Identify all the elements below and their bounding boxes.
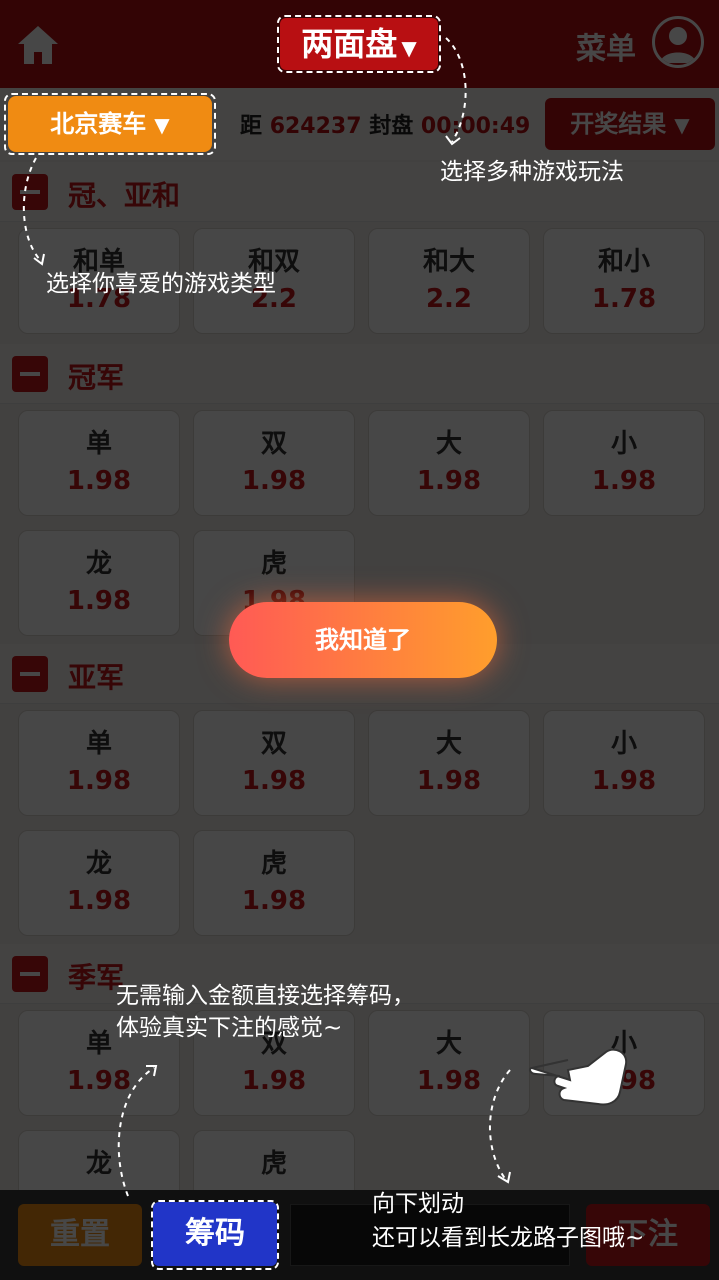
hint-scroll-line2: 还可以看到长龙路子图哦~ xyxy=(372,1225,645,1251)
caret-down-icon: ▼ xyxy=(401,36,417,60)
playtype-label: 两面盘 xyxy=(301,25,398,63)
caret-down-icon: ▼ xyxy=(154,113,170,137)
hint-chip-line2: 体验真实下注的感觉~ xyxy=(116,1015,343,1041)
hint-playtype: 选择多种游戏玩法 xyxy=(440,159,624,185)
got-it-button[interactable]: 我知道了 xyxy=(229,602,497,678)
game-type-label: 北京赛车 xyxy=(50,110,147,138)
game-type-dropdown-highlight[interactable]: 北京赛车 ▼ xyxy=(8,96,212,152)
hand-swipe-icon xyxy=(528,1048,628,1106)
app-root: 两面盘▼ 菜单 北京赛车▼ 距 624237 封盘 00:00:49 开奖结果▼… xyxy=(0,0,719,1280)
hint-scroll-line1: 向下划动 xyxy=(372,1191,464,1217)
hint-game-type: 选择你喜爱的游戏类型 xyxy=(46,271,276,297)
hint-chip-line1: 无需输入金额直接选择筹码， xyxy=(116,983,415,1009)
playtype-dropdown-highlight[interactable]: 两面盘 ▼ xyxy=(280,18,438,70)
chip-button[interactable]: 筹码 xyxy=(153,1202,277,1266)
